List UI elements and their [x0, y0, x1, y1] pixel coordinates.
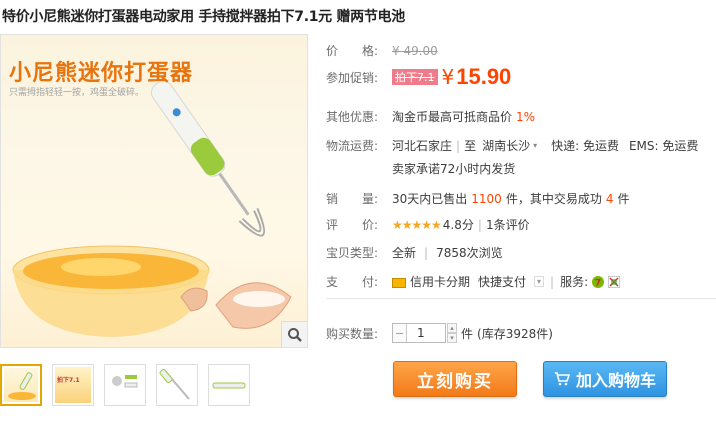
- payment-row: 支 付: 信用卡分期 快捷支付 ▾ | 服务: 7: [326, 273, 621, 290]
- quantity-increase-button[interactable]: ▴ ▾: [447, 323, 457, 343]
- thumbnail-3[interactable]: [104, 364, 146, 406]
- thumbnail-4[interactable]: [156, 364, 198, 406]
- cart-icon: [554, 372, 570, 386]
- payment-label: 支 付:: [326, 275, 379, 289]
- quantity-unit: 件: [461, 326, 474, 341]
- item-condition: 全新: [392, 246, 417, 260]
- buy-now-button[interactable]: 立刻购买: [393, 361, 517, 397]
- thumbnail-1[interactable]: [0, 364, 42, 406]
- thumb-whisk-side-icon: [159, 369, 190, 400]
- credit-card-icon: [392, 277, 406, 288]
- sales-middle: 件，其中交易成功: [505, 192, 602, 206]
- thumb-badge: 拍下7.1: [57, 377, 80, 384]
- svg-text:7: 7: [595, 278, 601, 288]
- express-fee: 快递: 免运费: [551, 139, 619, 153]
- view-count: 7858次浏览: [436, 246, 503, 260]
- shipping-promise: 卖家承诺72小时内发货: [392, 162, 516, 176]
- brand-subline: 只需拇指轻轻一按，鸡蛋全破碎。: [9, 88, 145, 98]
- quantity-row: 购买数量: − ▴ ▾ 件 (库存3928件): [326, 323, 553, 343]
- add-to-cart-button[interactable]: 加入购物车: [543, 361, 667, 397]
- thumbnail-5[interactable]: [208, 364, 250, 406]
- promo-row: 参加促销: 拍下7.1 ¥ 15.90: [326, 64, 511, 90]
- shipping-promise-row: 卖家承诺72小时内发货: [392, 160, 515, 177]
- thumb-whisk-flat-icon: [212, 382, 246, 389]
- quick-pay[interactable]: 快捷支付: [478, 273, 526, 290]
- sales-prefix: 30天内已售出: [392, 192, 468, 206]
- chevron-down-icon[interactable]: ▾: [534, 276, 545, 287]
- stock-count: (库存3928件): [477, 326, 553, 341]
- thumb-whisk-icon: [8, 372, 36, 400]
- promo-price: 15.90: [456, 64, 512, 89]
- seven-day-return-icon[interactable]: 7: [592, 275, 605, 288]
- item-type-row: 宝贝类型: 全新 | 7858次浏览: [326, 244, 503, 261]
- guarantee-icon[interactable]: [608, 275, 621, 288]
- magnifier-icon[interactable]: [281, 321, 307, 347]
- promo-tag: 拍下7.1: [392, 69, 438, 85]
- other-offer-row: 其他优惠: 淘金币最高可抵商品价 1%: [326, 108, 535, 125]
- sales-success-count: 4: [605, 191, 614, 206]
- thumbnail-2[interactable]: 拍下7.1: [52, 364, 94, 406]
- rating-sep: |: [477, 217, 482, 232]
- other-offer-label: 其他优惠:: [326, 110, 379, 124]
- review-count-link[interactable]: 1条评价: [486, 216, 530, 233]
- sales-row: 销 量: 30天内已售出 1100 件，其中交易成功 4 件: [326, 190, 630, 207]
- sales-suffix: 件: [617, 192, 630, 206]
- shipping-to-prefix: 至: [464, 139, 477, 153]
- shipping-label: 物流运费:: [326, 139, 379, 153]
- original-price: ¥ 49.00: [392, 43, 438, 58]
- sales-count: 1100: [471, 191, 502, 206]
- shipping-destination-select[interactable]: 湖南长沙: [482, 137, 530, 154]
- promo-label: 参加促销:: [326, 70, 379, 85]
- brand-headline: 小尼熊迷你打蛋器: [9, 61, 194, 86]
- shipping-row: 物流运费: 河北石家庄 | 至 湖南长沙 ▾ 快递: 免运费 EMS: 免运费: [326, 137, 698, 154]
- price-row: 价 格: ¥ 49.00: [326, 42, 438, 59]
- other-offer-text: 淘金币最高可抵商品价: [392, 110, 513, 124]
- other-offer-percent: 1%: [516, 109, 536, 124]
- price-label: 价 格:: [326, 44, 379, 58]
- shipping-sep: |: [456, 138, 461, 153]
- star-rating-icon: ★★★★★: [392, 217, 442, 232]
- arrow-down-icon[interactable]: ▾: [447, 333, 457, 343]
- quantity-input[interactable]: [407, 324, 445, 342]
- rating-score: 4.8分: [442, 218, 474, 232]
- item-type-sep: |: [424, 245, 429, 260]
- thumbnail-strip: 拍下7.1: [0, 364, 250, 406]
- payment-sep: |: [550, 274, 555, 289]
- sales-label: 销 量:: [326, 192, 379, 206]
- arrow-up-icon[interactable]: ▴: [447, 323, 457, 333]
- main-product-image[interactable]: 小尼熊迷你打蛋器 只需拇指轻轻一按，鸡蛋全破碎。: [0, 34, 308, 348]
- rating-label: 评 价:: [326, 218, 379, 232]
- quantity-decrease-button[interactable]: −: [393, 324, 407, 342]
- section-divider: [326, 298, 716, 299]
- rating-row: 评 价: ★★★★★ 4.8分 | 1条评价: [326, 216, 530, 233]
- service-label: 服务:: [560, 275, 589, 289]
- quantity-stepper: −: [392, 323, 446, 343]
- quantity-label: 购买数量:: [326, 326, 379, 341]
- product-title: 特价小尼熊迷你打蛋器电动家用 手持搅拌器拍下7.1元 赠两节电池: [2, 9, 405, 25]
- credit-installment[interactable]: 信用卡分期: [410, 273, 470, 290]
- ems-fee: EMS: 免运费: [628, 139, 699, 153]
- shipping-from: 河北石家庄: [392, 139, 453, 153]
- chevron-down-icon[interactable]: ▾: [533, 141, 537, 150]
- item-type-label: 宝贝类型:: [326, 246, 379, 260]
- currency-symbol: ¥: [441, 65, 455, 89]
- thumb-parts-icon: [112, 375, 138, 388]
- add-to-cart-label: 加入购物车: [575, 371, 656, 390]
